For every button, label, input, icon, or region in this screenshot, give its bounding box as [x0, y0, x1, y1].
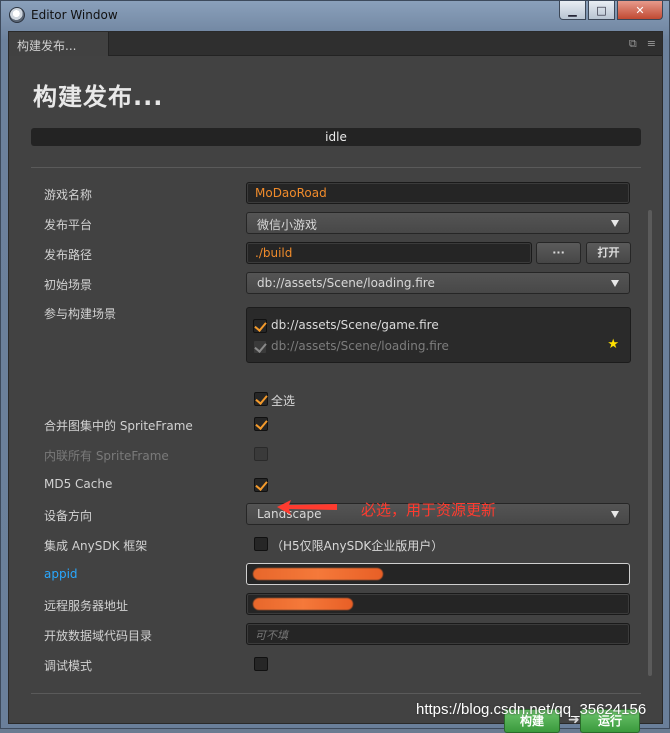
start-scene-select[interactable]: db://assets/Scene/loading.fire — [246, 272, 630, 294]
start-scene-label: 初始场景 — [44, 278, 93, 292]
scene-item-loading: db://assets/Scene/loading.fire ★ — [253, 337, 623, 356]
redaction-scribble — [253, 568, 383, 580]
row-md5-cache: MD5 Cache — [31, 473, 631, 497]
included-scenes-label: 参与构建场景 — [44, 307, 117, 321]
merge-sprite-label: 合并图集中的 SpriteFrame — [44, 419, 193, 433]
row-build-path: 发布路径 ./build ··· 打开 — [31, 242, 631, 266]
menu-icon[interactable]: ≡ — [647, 37, 656, 51]
merge-sprite-checkbox[interactable] — [254, 417, 268, 431]
row-select-all: 全选 — [31, 391, 631, 415]
minimize-button[interactable]: ▁ — [559, 1, 586, 20]
scene-loading-path: db://assets/Scene/loading.fire — [271, 339, 449, 353]
maximize-button[interactable]: □ — [588, 1, 615, 20]
star-icon: ★ — [607, 337, 619, 352]
inline-sprite-checkbox — [254, 447, 268, 461]
scene-loading-checkbox — [253, 340, 267, 354]
close-button[interactable]: ✕ — [617, 1, 663, 20]
scene-game-checkbox[interactable] — [253, 319, 267, 333]
tab-bar: 构建发布... ⧉ ≡ — [9, 32, 662, 56]
window-title: Editor Window — [31, 8, 118, 22]
title-bar[interactable]: Editor Window ▁ □ ✕ — [1, 1, 669, 29]
scene-item-game[interactable]: db://assets/Scene/game.fire — [253, 317, 623, 335]
debug-mode-checkbox[interactable] — [254, 657, 268, 671]
row-anysdk: 集成 AnySDK 框架 （H5仅限AnySDK企业版用户） — [31, 533, 631, 557]
chevron-down-icon — [611, 511, 619, 518]
redaction-scribble — [253, 598, 353, 610]
anysdk-label: 集成 AnySDK 框架 — [44, 539, 148, 553]
appid-input[interactable] — [246, 563, 630, 585]
browse-button[interactable]: ··· — [536, 242, 581, 264]
select-all-checkbox[interactable] — [254, 392, 268, 406]
divider — [31, 693, 641, 694]
scrollbar[interactable] — [648, 210, 652, 676]
game-name-input[interactable]: MoDaoRoad — [246, 182, 630, 204]
orientation-label: 设备方向 — [44, 509, 93, 523]
scene-list: db://assets/Scene/game.fire db://assets/… — [246, 307, 631, 363]
open-folder-button[interactable]: 打开 — [586, 242, 631, 264]
page-title: 构建发布... — [33, 83, 164, 111]
client-area: 构建发布... ⧉ ≡ 构建发布... idle 游戏名称 MoDaoRoad … — [8, 31, 663, 733]
select-all-label[interactable]: 全选 — [271, 392, 295, 409]
annotation-text: 必选，用于资源更新 — [361, 501, 497, 519]
build-path-input[interactable]: ./build — [246, 242, 532, 264]
anysdk-checkbox[interactable] — [254, 537, 268, 551]
row-open-data-dir: 开放数据域代码目录 可不填 — [31, 623, 631, 647]
editor-window: Editor Window ▁ □ ✕ 构建发布... ⧉ ≡ 构建发布... … — [0, 0, 670, 733]
window-controls: ▁ □ ✕ — [559, 1, 663, 20]
remote-server-label: 远程服务器地址 — [44, 599, 129, 613]
row-appid: appid — [31, 563, 631, 587]
appid-label[interactable]: appid — [44, 567, 78, 581]
restore-icon[interactable]: ⧉ — [629, 37, 637, 51]
tab-tools: ⧉ ≡ — [629, 37, 656, 51]
game-name-label: 游戏名称 — [44, 188, 93, 202]
platform-value: 微信小游戏 — [257, 218, 318, 232]
build-panel: 构建发布... idle 游戏名称 MoDaoRoad 发布平台 微信小游戏 发… — [9, 57, 662, 733]
start-scene-value: db://assets/Scene/loading.fire — [257, 276, 435, 290]
annotation-arrow-icon — [277, 500, 337, 515]
open-data-dir-label: 开放数据域代码目录 — [44, 629, 153, 643]
row-start-scene: 初始场景 db://assets/Scene/loading.fire — [31, 272, 631, 296]
row-inline-sprite: 内联所有 SpriteFrame — [31, 443, 631, 467]
platform-label: 发布平台 — [44, 218, 93, 232]
watermark: https://blog.csdn.net/qq_35624156 — [416, 701, 647, 718]
scene-game-path: db://assets/Scene/game.fire — [271, 318, 439, 332]
debug-mode-label: 调试模式 — [44, 659, 93, 673]
row-debug-mode: 调试模式 — [31, 653, 631, 677]
tab-build-publish[interactable]: 构建发布... — [9, 32, 109, 56]
build-path-label: 发布路径 — [44, 248, 93, 262]
anysdk-hint: （H5仅限AnySDK企业版用户） — [271, 539, 444, 553]
chevron-down-icon — [611, 280, 619, 287]
divider — [31, 167, 641, 168]
build-status-bar: idle — [31, 128, 641, 146]
row-game-name: 游戏名称 MoDaoRoad — [31, 182, 631, 206]
chevron-down-icon — [611, 220, 619, 227]
md5-cache-checkbox[interactable] — [254, 478, 268, 492]
open-data-dir-input[interactable]: 可不填 — [246, 623, 630, 645]
row-platform: 发布平台 微信小游戏 — [31, 212, 631, 236]
md5-cache-label: MD5 Cache — [44, 477, 113, 491]
app-logo-icon — [9, 7, 25, 23]
remote-server-input[interactable] — [246, 593, 630, 615]
row-remote-server: 远程服务器地址 — [31, 593, 631, 617]
inline-sprite-label: 内联所有 SpriteFrame — [44, 449, 169, 463]
platform-select[interactable]: 微信小游戏 — [246, 212, 630, 234]
row-merge-sprite: 合并图集中的 SpriteFrame — [31, 413, 631, 437]
